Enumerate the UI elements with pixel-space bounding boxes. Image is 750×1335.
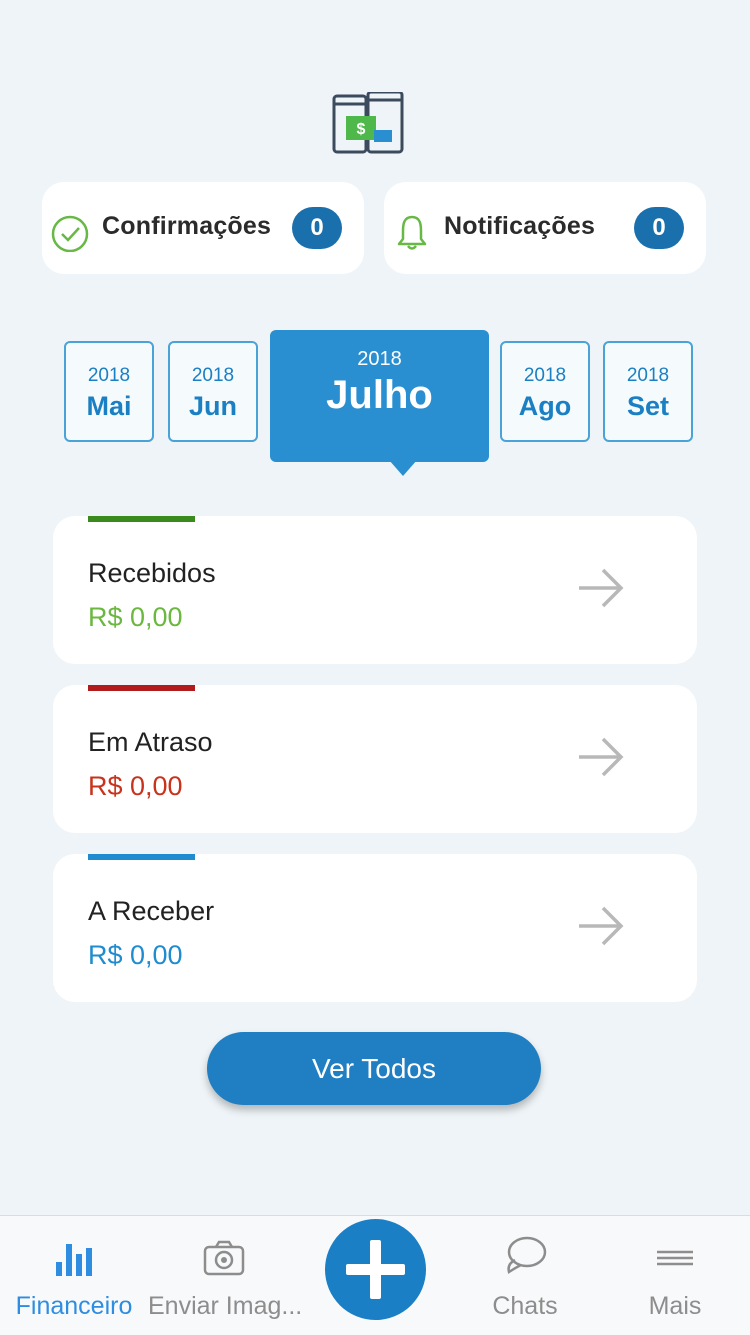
month-label: Jun [188,391,237,421]
view-all-button[interactable]: Ver Todos [207,1032,541,1105]
tab-chats[interactable]: Chats [450,1216,600,1335]
tab-label: Chats [492,1292,558,1320]
month-label: Set [626,391,670,421]
svg-text:$: $ [357,121,366,138]
tab-financeiro[interactable]: Financeiro [0,1216,148,1335]
phones-money-icon: $ [332,92,404,154]
notifications-button[interactable]: Notificações 0 [384,182,706,274]
month-label: Mai [86,391,132,421]
notifications-label: Notificações [444,212,596,240]
month-year: 2018 [523,365,567,386]
card-a-receber[interactable]: A Receber R$ 0,00 [53,854,697,1002]
tab-enviar-imagem[interactable]: Enviar Imag... [148,1216,303,1335]
month-ago[interactable]: 2018 Ago [500,341,590,442]
confirmations-label: Confirmações [102,212,272,240]
month-set[interactable]: 2018 Set [603,341,693,442]
card-title: A Receber [88,896,215,926]
card-amount: R$ 0,00 [88,602,183,632]
check-circle-icon [51,215,89,252]
card-amount: R$ 0,00 [88,940,183,970]
month-year: 2018 [626,365,670,386]
month-mai[interactable]: 2018 Mai [64,341,154,442]
tab-label: Enviar Imag... [148,1292,303,1320]
arrow-right-icon [579,906,624,946]
bar-chart-icon [56,1244,92,1276]
month-year: 2018 [191,365,235,386]
tab-label: Mais [648,1292,702,1320]
card-title: Em Atraso [88,727,213,757]
month-year: 2018 [87,365,131,386]
card-title: Recebidos [88,558,216,588]
tab-mais[interactable]: Mais [600,1216,750,1335]
confirmations-count-badge: 0 [292,207,342,249]
card-amount: R$ 0,00 [88,771,183,801]
menu-icon [657,1250,693,1266]
confirmations-button[interactable]: Confirmações 0 [42,182,364,274]
chat-bubble-icon [507,1236,547,1275]
month-label: Julho [326,373,433,417]
card-accent-bar [88,685,195,691]
bell-icon [397,215,427,250]
card-em-atraso[interactable]: Em Atraso R$ 0,00 [53,685,697,833]
month-label: Ago [518,391,572,421]
arrow-right-icon [579,737,624,777]
selected-pointer [389,460,417,476]
plus-icon [346,1240,405,1299]
month-year: 2018 [357,348,402,370]
card-accent-bar [88,854,195,860]
card-accent-bar [88,516,195,522]
camera-icon [203,1240,245,1276]
arrow-right-icon [579,568,624,608]
card-recebidos[interactable]: Recebidos R$ 0,00 [53,516,697,664]
month-julho-selected[interactable]: 2018 Julho [270,330,489,476]
month-jun[interactable]: 2018 Jun [168,341,258,442]
add-button[interactable] [325,1219,426,1320]
tab-label: Financeiro [15,1292,133,1320]
notifications-count-badge: 0 [634,207,684,249]
